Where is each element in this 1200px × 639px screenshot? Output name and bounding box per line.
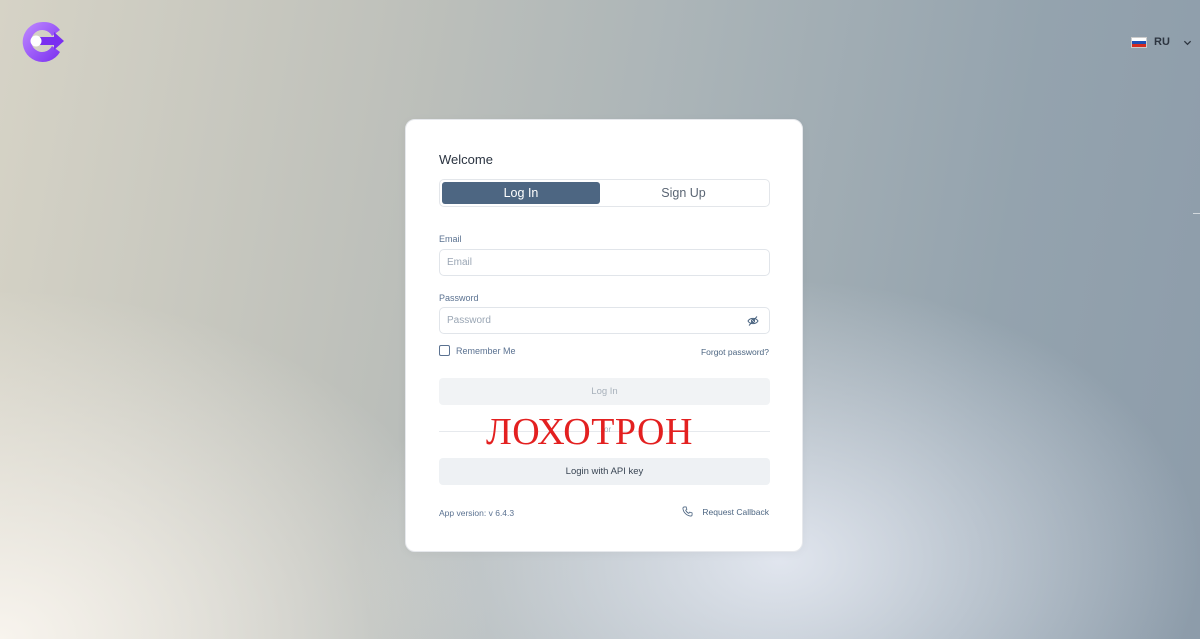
app-version: App version: v 6.4.3 bbox=[439, 508, 515, 518]
language-code: RU bbox=[1154, 36, 1170, 48]
request-callback-label: Request Callback bbox=[702, 506, 769, 517]
russia-flag-icon bbox=[1131, 36, 1147, 48]
scam-stamp-overlay: ЛОХОТРОН bbox=[486, 411, 693, 453]
tab-sign-up[interactable]: Sign Up bbox=[600, 182, 767, 204]
email-input[interactable] bbox=[439, 249, 770, 276]
login-card: Welcome Log In Sign Up Email Password Re… bbox=[405, 119, 803, 552]
tab-log-in[interactable]: Log In bbox=[442, 182, 600, 204]
password-label: Password bbox=[439, 293, 479, 303]
chevron-down-icon bbox=[1183, 40, 1191, 45]
login-with-api-key-button[interactable]: Login with API key bbox=[439, 458, 770, 485]
c-arrow-logo-icon[interactable] bbox=[22, 20, 66, 64]
password-input[interactable] bbox=[439, 307, 770, 334]
language-selector[interactable]: RU bbox=[1131, 36, 1192, 48]
email-label: Email bbox=[439, 234, 462, 244]
remember-me-label: Remember Me bbox=[456, 345, 516, 356]
eye-slash-icon[interactable] bbox=[747, 315, 759, 327]
request-callback-link[interactable]: Request Callback bbox=[682, 506, 769, 517]
remember-me-checkbox[interactable] bbox=[439, 345, 450, 356]
card-title: Welcome bbox=[439, 152, 493, 167]
forgot-password-link[interactable]: Forgot password? bbox=[701, 347, 769, 357]
phone-icon bbox=[682, 506, 693, 517]
edge-divider bbox=[1193, 213, 1200, 214]
log-in-button[interactable]: Log In bbox=[439, 378, 770, 405]
auth-tabs: Log In Sign Up bbox=[439, 179, 770, 207]
remember-me[interactable]: Remember Me bbox=[439, 345, 516, 356]
